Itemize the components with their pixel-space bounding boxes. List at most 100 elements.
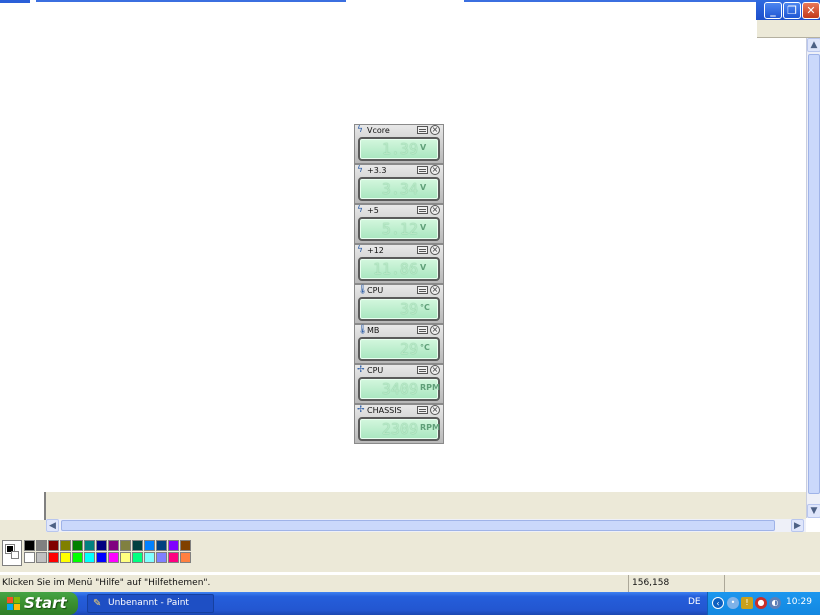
vertical-scrollbar[interactable]: ▲ ▼ — [806, 38, 820, 518]
palette-swatch[interactable] — [108, 540, 119, 551]
sensor-value: 1.39 — [381, 140, 418, 158]
palette-swatch[interactable] — [168, 552, 179, 563]
taskbar-item-paint[interactable]: ✎ Unbenannt - Paint — [87, 594, 214, 613]
horizontal-scroll-thumb[interactable] — [61, 520, 775, 531]
sensor-value: 3.34 — [381, 180, 418, 198]
palette-swatch[interactable] — [72, 552, 83, 563]
language-indicator[interactable]: DE — [688, 597, 701, 607]
gadget-close-icon[interactable]: × — [430, 325, 440, 335]
sensor-unit: RPM — [420, 423, 440, 432]
palette-swatch[interactable] — [120, 540, 131, 551]
menu-bar — [757, 20, 820, 38]
gadget-close-icon[interactable]: × — [430, 125, 440, 135]
scroll-left-icon[interactable]: ◀ — [46, 519, 59, 532]
palette-swatch[interactable] — [96, 540, 107, 551]
palette-swatch[interactable] — [60, 552, 71, 563]
background-color-swatch[interactable] — [11, 551, 19, 559]
antivirus-icon[interactable]: ● — [755, 597, 767, 609]
palette-swatch[interactable] — [180, 552, 191, 563]
palette-swatch[interactable] — [108, 552, 119, 563]
canvas-bottom-area: ◀ ▶ — [0, 492, 806, 532]
maximize-button[interactable]: ❐ — [783, 2, 801, 19]
palette-swatch[interactable] — [24, 540, 35, 551]
minimize-button[interactable]: _ — [764, 2, 782, 19]
palette-swatch[interactable] — [156, 552, 167, 563]
scroll-up-icon[interactable]: ▲ — [807, 38, 820, 52]
gadget-menu-icon[interactable] — [417, 246, 428, 254]
thermometer-icon: 🌡 — [357, 325, 369, 335]
scroll-down-icon[interactable]: ▼ — [807, 504, 820, 518]
gadget-menu-icon[interactable] — [417, 126, 428, 134]
palette-swatch[interactable] — [132, 552, 143, 563]
palette-swatch[interactable] — [96, 552, 107, 563]
sensor-unit: V — [420, 263, 427, 272]
palette-swatch[interactable] — [36, 540, 47, 551]
palette-swatch[interactable] — [60, 540, 71, 551]
gadget-header: ϟ +5 × — [355, 205, 443, 217]
network-icon[interactable]: • — [727, 597, 739, 609]
gadget-close-icon[interactable]: × — [430, 285, 440, 295]
palette-swatch[interactable] — [180, 540, 191, 551]
palette-swatch[interactable] — [24, 552, 35, 563]
palette-swatch[interactable] — [132, 540, 143, 551]
sensor-unit: °C — [420, 343, 430, 352]
sensor-gadget[interactable]: ϟ Vcore × 1.39 V — [354, 124, 444, 164]
paint-icon: ✎ — [93, 598, 102, 609]
sensor-gadget[interactable]: ϟ +12 × 11.86 V — [354, 244, 444, 284]
gadget-menu-icon[interactable] — [417, 206, 428, 214]
monitor-tray-icon[interactable]: ◐ — [769, 597, 781, 609]
sensor-value: 39 — [399, 300, 418, 318]
sensor-unit: V — [420, 223, 427, 232]
gadget-menu-icon[interactable] — [417, 366, 428, 374]
sensor-value: 3409 — [381, 380, 418, 398]
sensor-unit: RPM — [420, 383, 440, 392]
gadget-close-icon[interactable]: × — [430, 365, 440, 375]
gadget-menu-icon[interactable] — [417, 286, 428, 294]
security-shield-icon[interactable]: ! — [741, 597, 753, 609]
palette-swatch[interactable] — [144, 540, 155, 551]
start-button[interactable]: Start — [0, 592, 78, 615]
palette-swatch[interactable] — [84, 552, 95, 563]
voltage-icon: ϟ — [357, 245, 363, 255]
sensor-gadget[interactable]: ✢ CPU × 3409 RPM — [354, 364, 444, 404]
fan-icon: ✢ — [357, 365, 365, 375]
palette-swatch[interactable] — [84, 540, 95, 551]
scroll-right-icon[interactable]: ▶ — [791, 519, 804, 532]
taskbar: Start ✎ Unbenannt - Paint DE ‹ • ! ● ◐ 1… — [0, 592, 820, 615]
gadget-menu-icon[interactable] — [417, 326, 428, 334]
tray-expand-icon[interactable]: ‹ — [712, 597, 724, 609]
gadget-header: ϟ +3.3 × — [355, 165, 443, 177]
palette-swatch[interactable] — [72, 540, 83, 551]
palette-swatch[interactable] — [156, 540, 167, 551]
palette-swatch[interactable] — [144, 552, 155, 563]
sensor-unit: °C — [420, 303, 430, 312]
sensor-gadget[interactable]: ϟ +3.3 × 3.34 V — [354, 164, 444, 204]
sensor-gadget[interactable]: ϟ +5 × 5.12 V — [354, 204, 444, 244]
palette-swatch[interactable] — [168, 540, 179, 551]
status-bar: Klicken Sie im Menü "Hilfe" auf "Hilfeth… — [0, 574, 820, 592]
gadget-close-icon[interactable]: × — [430, 245, 440, 255]
gadget-menu-icon[interactable] — [417, 406, 428, 414]
palette-swatch[interactable] — [48, 552, 59, 563]
close-button[interactable]: ✕ — [802, 2, 820, 19]
gadget-header: 🌡 CPU × — [355, 285, 443, 297]
sensor-value: 5.12 — [381, 220, 418, 238]
sensor-gadget[interactable]: ✢ CHASSIS × 2309 RPM — [354, 404, 444, 444]
gadget-close-icon[interactable]: × — [430, 405, 440, 415]
palette-swatch[interactable] — [48, 540, 59, 551]
gadget-label: +5 — [367, 206, 379, 215]
sensor-gadget[interactable]: 🌡 CPU × 39 °C — [354, 284, 444, 324]
horizontal-scrollbar[interactable]: ◀ ▶ — [46, 519, 806, 532]
current-colors[interactable] — [2, 540, 22, 566]
color-palette — [0, 532, 820, 572]
gadget-close-icon[interactable]: × — [430, 165, 440, 175]
gadget-close-icon[interactable]: × — [430, 205, 440, 215]
palette-swatch[interactable] — [120, 552, 131, 563]
lcd-display: 1.39 V — [358, 137, 440, 161]
gadget-menu-icon[interactable] — [417, 166, 428, 174]
palette-swatch[interactable] — [36, 552, 47, 563]
sensor-gadget[interactable]: 🌡 MB × 29 °C — [354, 324, 444, 364]
window-title-fragment — [36, 0, 346, 2]
lcd-display: 11.86 V — [358, 257, 440, 281]
vertical-scroll-thumb[interactable] — [808, 54, 820, 494]
